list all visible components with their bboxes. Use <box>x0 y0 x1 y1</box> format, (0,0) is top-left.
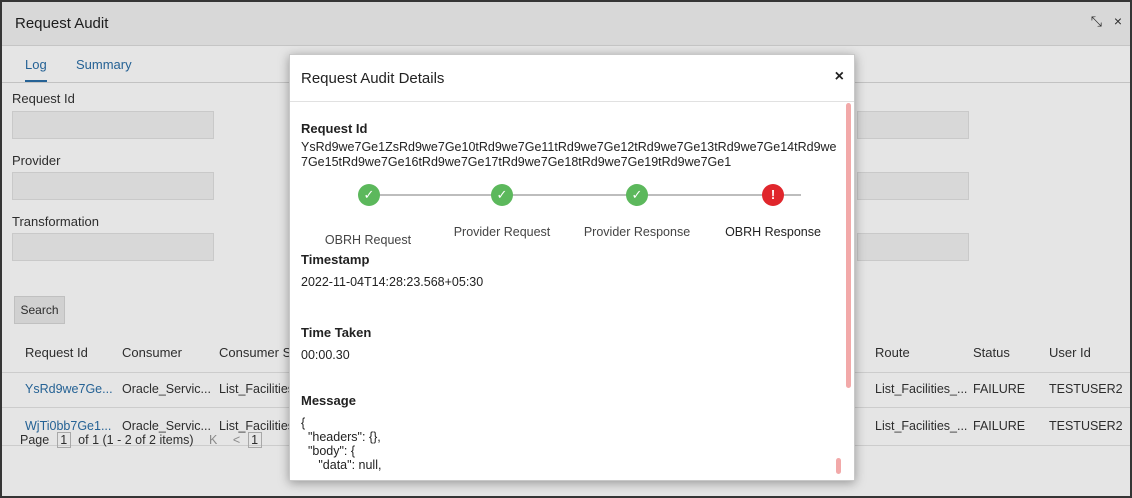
request-id-label: Request Id <box>12 91 75 106</box>
filter-input-right-1[interactable] <box>857 111 969 139</box>
column-header-request-id[interactable]: Request Id <box>25 345 88 360</box>
table-row-2-request-id[interactable]: WjTi0bb7Ge1... <box>25 419 111 433</box>
page-label: Page <box>20 433 50 447</box>
filter-input-right-3[interactable] <box>857 233 969 261</box>
table-row-2-consumer-service: List_Facilities <box>219 419 295 433</box>
message-scrollbar[interactable] <box>836 458 841 474</box>
dialog-title: Request Audit Details <box>301 70 445 87</box>
first-page-button[interactable]: K <box>209 433 217 447</box>
prev-page-button[interactable]: < <box>233 433 240 447</box>
column-header-route[interactable]: Route <box>875 345 910 360</box>
table-row-1-user-id: TESTUSER2 <box>1049 382 1123 396</box>
message-label: Message <box>301 393 356 408</box>
step-3-check-icon: ✓ <box>626 184 648 206</box>
page-input[interactable]: 1 <box>56 432 71 448</box>
dialog-header: Request Audit Details × <box>290 55 854 102</box>
column-header-status[interactable]: Status <box>973 345 1010 360</box>
dialog-body: Request Id YsRd9we7Ge1ZsRd9we7Ge10tRd9we… <box>290 103 854 480</box>
minimize-icon[interactable]: ⤡ <box>1091 13 1102 30</box>
table-row-2-status: FAILURE <box>973 419 1026 433</box>
table-row-1-consumer-service: List_Facilities <box>219 382 295 396</box>
page-items-text: (1 - 2 of 2 items) <box>102 433 194 447</box>
timestamp-label: Timestamp <box>301 252 370 267</box>
message-value: { "headers": {}, "body": { "data": null, <box>301 416 382 472</box>
step-1-check-icon: ✓ <box>358 184 380 206</box>
table-row-2-route: List_Facilities_... <box>875 419 968 433</box>
request-audit-details-dialog: Request Audit Details × Request Id YsRd9… <box>289 54 855 481</box>
table-row-1-consumer: Oracle_Servic... <box>122 382 211 396</box>
time-taken-value: 00:00.30 <box>301 348 350 362</box>
tab-log[interactable]: Log <box>25 57 47 82</box>
time-taken-label: Time Taken <box>301 325 372 340</box>
window-title: Request Audit <box>15 15 109 32</box>
step-4-error-icon: ! <box>762 184 784 206</box>
provider-label: Provider <box>12 153 61 168</box>
filter-input-right-2[interactable] <box>857 172 969 200</box>
request-id-input[interactable] <box>12 111 214 139</box>
table-row-1-status: FAILURE <box>973 382 1026 396</box>
table-row-1-request-id[interactable]: YsRd9we7Ge... <box>25 382 113 396</box>
timestamp-value: 2022-11-04T14:28:23.568+05:30 <box>301 275 484 289</box>
step-2-label: Provider Request <box>453 225 551 239</box>
window-titlebar: Request Audit ⤡ × <box>2 2 1130 46</box>
step-1-label: OBRH Request <box>324 233 412 247</box>
step-4-label: OBRH Response <box>725 225 821 239</box>
table-row-1-route: List_Facilities_... <box>875 382 968 396</box>
column-header-consumer[interactable]: Consumer <box>122 345 182 360</box>
table-row-2-user-id: TESTUSER2 <box>1049 419 1123 433</box>
dialog-close-icon[interactable]: × <box>835 68 844 86</box>
audit-progress-steps: ✓ ✓ ✓ ! OBRH Request Provider Request Pr… <box>290 103 854 247</box>
transformation-input[interactable] <box>12 233 214 261</box>
search-button[interactable]: Search <box>14 296 65 324</box>
transformation-label: Transformation <box>12 214 99 229</box>
page-of-text: of 1 <box>78 433 100 447</box>
table-row-2-consumer: Oracle_Servic... <box>122 419 211 433</box>
step-2-check-icon: ✓ <box>491 184 513 206</box>
column-header-user-id[interactable]: User Id <box>1049 345 1091 360</box>
steps-connector-line <box>379 194 801 196</box>
window-controls: ⤡ × <box>1083 13 1122 30</box>
step-3-label: Provider Response <box>583 225 691 239</box>
tab-summary[interactable]: Summary <box>76 57 132 72</box>
provider-input[interactable] <box>12 172 214 200</box>
pagination: Page 1 of 1 (1 - 2 of 2 items) K < 1 <box>20 432 266 448</box>
close-window-icon[interactable]: × <box>1114 13 1122 29</box>
current-page-button[interactable]: 1 <box>247 432 262 448</box>
